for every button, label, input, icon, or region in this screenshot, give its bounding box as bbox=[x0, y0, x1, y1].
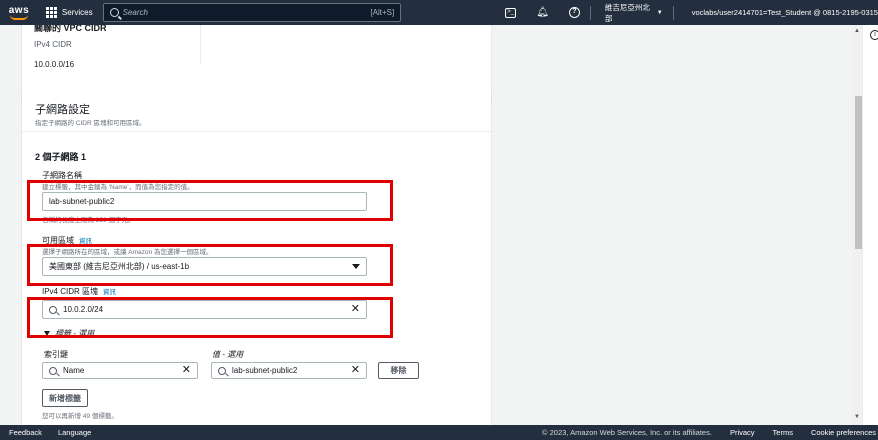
scroll-up-icon[interactable]: ▲ bbox=[854, 28, 860, 34]
tags-remaining: 您可以再新增 49 個標籤。 bbox=[42, 413, 118, 420]
footer: Feedback Language © 2023, Amazon Web Ser… bbox=[0, 425, 878, 440]
column-divider bbox=[200, 25, 201, 65]
tag-value-label: 值 - 選用 bbox=[212, 350, 244, 359]
cidr-label: IPv4 CIDR 區塊 資訊 bbox=[42, 286, 116, 297]
grid-icon bbox=[45, 7, 57, 18]
cidr-label-text: IPv4 CIDR 區塊 bbox=[42, 287, 99, 296]
vpc-cidr-card: 關聯的 VPC CIDR IPv4 CIDR 10.0.0.0/16 bbox=[22, 25, 491, 102]
aws-smile-icon bbox=[9, 15, 28, 20]
add-tag-button[interactable]: 新增標籤 bbox=[42, 389, 88, 407]
bell-icon[interactable]: 🔔︎ bbox=[536, 7, 549, 18]
language-link[interactable]: Language bbox=[58, 428, 91, 437]
help-panel-rail bbox=[862, 25, 878, 425]
cookie-preferences-link[interactable]: Cookie preferences bbox=[811, 428, 876, 437]
search-input[interactable]: Search [Alt+S] bbox=[102, 3, 402, 22]
cidr-info-link[interactable]: 資訊 bbox=[103, 289, 116, 296]
feedback-link[interactable]: Feedback bbox=[9, 428, 42, 437]
tag-key-value: Name bbox=[63, 366, 85, 375]
info-icon[interactable]: i bbox=[870, 30, 878, 40]
remove-tag-button[interactable]: 移除 bbox=[378, 362, 419, 379]
scrollbar-thumb[interactable] bbox=[855, 96, 862, 249]
nav-icon-group: >_ 🔔︎ ? bbox=[505, 7, 580, 18]
search-placeholder: Search bbox=[122, 8, 148, 17]
highlight-az bbox=[27, 244, 393, 286]
tag-key-input[interactable]: Name ✕ bbox=[42, 362, 198, 379]
nav-divider bbox=[672, 5, 674, 20]
tag-value-input[interactable]: lab-subnet-public2 ✕ bbox=[211, 362, 367, 379]
chevron-down-icon: ▼ bbox=[656, 9, 663, 16]
copyright-text: © 2023, Amazon Web Services, Inc. or its… bbox=[542, 428, 712, 437]
main-content: 關聯的 VPC CIDR IPv4 CIDR 10.0.0.0/16 子網路設定… bbox=[0, 25, 862, 425]
highlight-cidr bbox=[27, 297, 393, 338]
privacy-link[interactable]: Privacy bbox=[730, 428, 755, 437]
clear-icon[interactable]: ✕ bbox=[351, 365, 360, 376]
divider bbox=[22, 131, 491, 132]
tag-value-value: lab-subnet-public2 bbox=[232, 366, 298, 375]
tag-key-label: 索引鍵 bbox=[44, 350, 68, 359]
help-icon[interactable]: ? bbox=[568, 7, 580, 18]
region-label: 維吉尼亞州北部 bbox=[604, 2, 650, 23]
search-icon bbox=[49, 366, 57, 375]
cloudshell-icon[interactable]: >_ bbox=[505, 7, 517, 18]
terms-link[interactable]: Terms bbox=[773, 428, 793, 437]
services-label: Services bbox=[61, 8, 93, 17]
account-menu[interactable]: voclabs/user2414701=Test_Student @ 0815-… bbox=[692, 8, 878, 17]
subnet-section-title: 2 個子網路 1 bbox=[35, 152, 87, 162]
highlight-subnet-name bbox=[27, 180, 393, 221]
region-selector[interactable]: 維吉尼亞州北部 ▼ bbox=[605, 2, 663, 24]
search-shortcut: [Alt+S] bbox=[370, 8, 395, 17]
vpc-cidr-heading: 關聯的 VPC CIDR bbox=[34, 25, 107, 33]
subnet-settings-subtitle: 指定子網路的 CIDR 區塊和可用區域。 bbox=[35, 120, 146, 127]
aws-logo[interactable]: aws bbox=[2, 0, 36, 25]
nav-divider bbox=[589, 5, 591, 20]
services-menu[interactable]: Services bbox=[45, 7, 93, 18]
subnet-settings-title: 子網路設定 bbox=[35, 104, 90, 116]
scroll-down-icon[interactable]: ▼ bbox=[854, 414, 860, 420]
ipv4-cidr-value: 10.0.0.0/16 bbox=[34, 60, 75, 69]
top-nav: aws Services Search [Alt+S] >_ 🔔︎ ? 維吉尼亞… bbox=[0, 0, 878, 25]
ipv4-cidr-label: IPv4 CIDR bbox=[34, 40, 72, 49]
search-icon bbox=[218, 366, 226, 375]
clear-icon[interactable]: ✕ bbox=[182, 365, 191, 376]
account-label: voclabs/user2414701=Test_Student @ 0815-… bbox=[691, 8, 878, 17]
search-icon bbox=[109, 8, 119, 17]
